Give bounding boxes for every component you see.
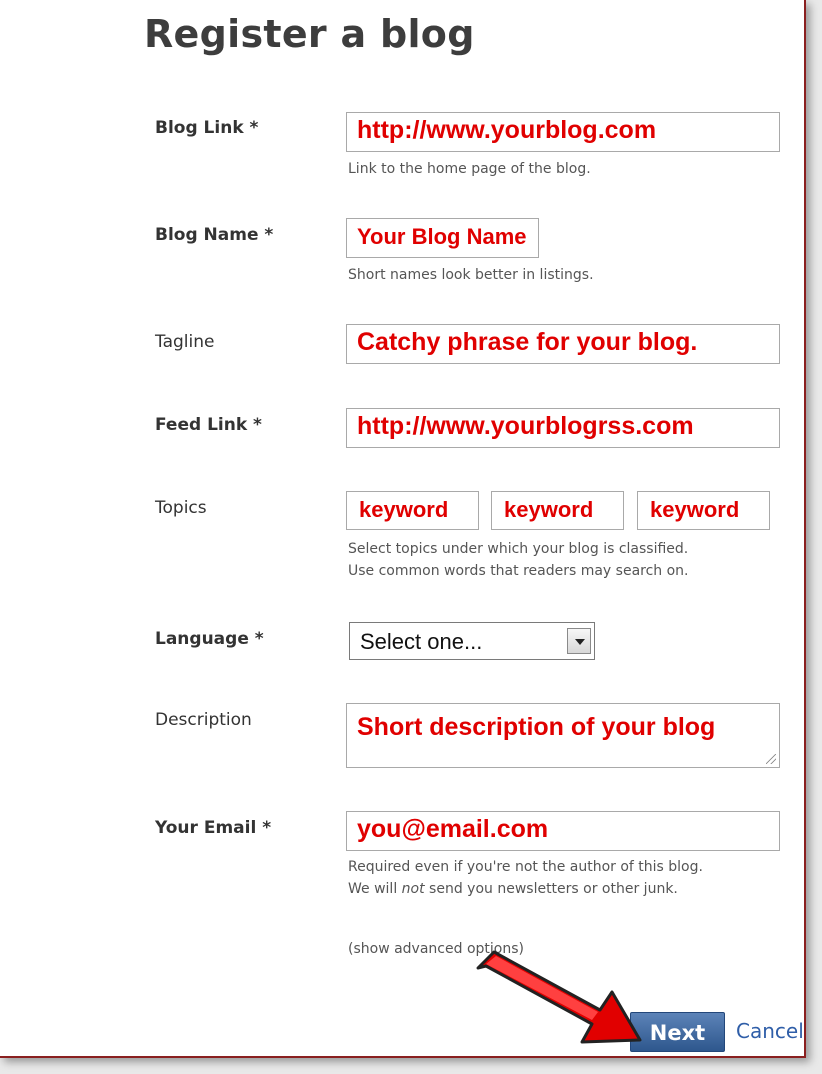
tagline-input[interactable]: Catchy phrase for your blog. bbox=[346, 324, 780, 364]
email-help-post: send you newsletters or other junk. bbox=[424, 881, 678, 897]
topic-input-2[interactable]: keyword bbox=[491, 491, 624, 530]
chevron-down-icon[interactable] bbox=[567, 628, 591, 654]
email-input[interactable]: you@email.com bbox=[346, 811, 780, 851]
language-label: Language * bbox=[155, 629, 264, 649]
show-advanced-options-link[interactable]: (show advanced options) bbox=[348, 941, 524, 957]
topics-help-line2: Use common words that readers may search… bbox=[348, 563, 689, 579]
topics-label: Topics bbox=[155, 498, 207, 518]
email-help-pre: We will bbox=[348, 881, 402, 897]
next-button[interactable]: Next bbox=[630, 1012, 725, 1052]
registration-panel: Register a blog Blog Link * http://www.y… bbox=[0, 0, 806, 1058]
blog-name-label: Blog Name * bbox=[155, 225, 274, 245]
tagline-label: Tagline bbox=[155, 332, 215, 352]
language-selected-value: Select one... bbox=[360, 629, 483, 654]
topics-help-line1: Select topics under which your blog is c… bbox=[348, 541, 689, 557]
topic-input-1[interactable]: keyword bbox=[346, 491, 479, 530]
topic-input-3[interactable]: keyword bbox=[637, 491, 770, 530]
language-select[interactable]: Select one... bbox=[349, 622, 595, 660]
feed-link-input[interactable]: http://www.yourblogrss.com bbox=[346, 408, 780, 448]
description-value: Short description of your blog bbox=[357, 713, 716, 741]
cancel-link[interactable]: Cancel bbox=[736, 1019, 804, 1043]
email-label: Your Email * bbox=[155, 818, 272, 838]
blog-name-help: Short names look better in listings. bbox=[348, 267, 594, 283]
blog-link-help: Link to the home page of the blog. bbox=[348, 161, 591, 177]
email-help-em: not bbox=[401, 881, 425, 897]
resize-grip-icon[interactable] bbox=[766, 754, 776, 764]
description-textarea[interactable]: Short description of your blog bbox=[346, 703, 780, 768]
feed-link-label: Feed Link * bbox=[155, 415, 262, 435]
blog-name-input[interactable]: Your Blog Name bbox=[346, 218, 539, 258]
blog-link-input[interactable]: http://www.yourblog.com bbox=[346, 112, 780, 152]
blog-link-label: Blog Link * bbox=[155, 118, 259, 138]
page-title: Register a blog bbox=[144, 12, 475, 56]
email-help-line2: We will not send you newsletters or othe… bbox=[348, 880, 678, 899]
description-label: Description bbox=[155, 710, 252, 730]
email-help-line1: Required even if you're not the author o… bbox=[348, 859, 703, 875]
